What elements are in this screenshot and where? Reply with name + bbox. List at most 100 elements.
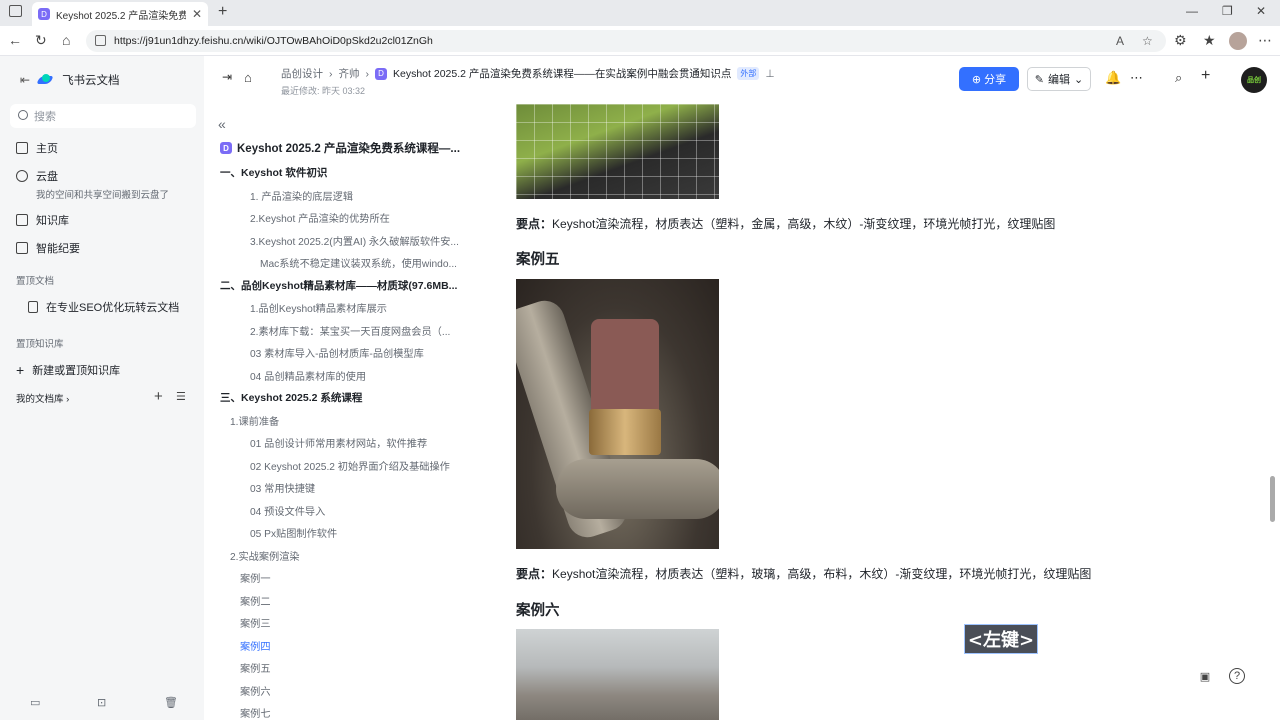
help-icon[interactable]: ? [1229, 668, 1245, 684]
sidebar-item-home[interactable]: 主页 [16, 140, 58, 156]
sidebar-item-label: 主页 [36, 143, 58, 155]
outline-item[interactable]: 案例一 [240, 570, 271, 585]
breadcrumb-item[interactable]: 齐帅 [339, 66, 360, 81]
share-label: 分享 [984, 74, 1007, 86]
sidebar-item-cloud[interactable]: 云盘 [16, 168, 58, 184]
outline-item[interactable]: 04 预设文件导入 [250, 503, 325, 518]
chevron-right-icon: › [365, 67, 370, 80]
archive-icon[interactable]: ▭ [30, 696, 40, 709]
pin-icon[interactable]: ⊥ [765, 68, 774, 80]
keypoint-label: 要点： [516, 217, 553, 231]
external-badge: 外部 [737, 67, 760, 80]
outline-item[interactable]: 03 常用快捷键 [250, 480, 315, 495]
search-icon [18, 110, 28, 120]
outline-item[interactable]: 3.Keyshot 2025.2(内置AI) 永久破解版软件安... [250, 233, 459, 248]
outline-item[interactable]: 2.Keyshot 产品渲染的优势所在 [250, 210, 390, 225]
outline-item[interactable]: 03 素材库导入-品创材质库-品创模型库 [250, 345, 424, 360]
address-bar-row: ← ↻ ⌂ https://j91un1dhzy.feishu.cn/wiki/… [0, 26, 1280, 56]
url-text: https://j91un1dhzy.feishu.cn/wiki/OJTOwB… [114, 35, 433, 47]
new-wiki-button[interactable]: + 新建或置顶知识库 [16, 362, 120, 378]
home-browser-icon[interactable]: ⌂ [62, 32, 70, 48]
outline-item[interactable]: 2.实战案例渲染 [230, 548, 300, 563]
close-tab-icon[interactable]: ✕ [192, 7, 202, 21]
outline-item[interactable]: 三、Keyshot 2025.2 系统课程 [220, 390, 362, 405]
outline-item[interactable]: 二、品创Keyshot精品素材库——材质球(97.6MB... [220, 278, 457, 293]
my-docs-item[interactable]: 我的文档库 › [16, 391, 69, 405]
case6-product-image[interactable] [516, 629, 719, 720]
outline-item[interactable]: 案例三 [240, 615, 271, 630]
case5-heading: 案例五 [516, 252, 560, 268]
search-icon[interactable]: ⌕ [1175, 70, 1182, 86]
url-field[interactable]: https://j91un1dhzy.feishu.cn/wiki/OJTOwB… [86, 30, 1166, 52]
case4-product-image[interactable] [516, 104, 719, 199]
outline-item[interactable]: 1. 产品渲染的底层逻辑 [250, 188, 353, 203]
chevron-right-icon: › [329, 67, 333, 80]
outline-item[interactable]: 04 品创精品素材库的使用 [250, 368, 366, 383]
case5-product-image[interactable] [516, 279, 719, 549]
restore-icon[interactable]: ❐ [1222, 4, 1233, 18]
document-body: 要点：Keyshot渲染流程，材质表达（塑料，金属，高级，木纹）-渐变纹理，环境… [494, 104, 1270, 720]
outline-item[interactable]: 案例五 [240, 660, 271, 675]
sidebar-search-input[interactable]: 搜索 [10, 104, 196, 128]
list-view-icon[interactable]: ☰ [176, 390, 186, 403]
more-options-icon[interactable]: ⋯ [1130, 70, 1143, 86]
doc-info-icon[interactable]: ▣ [1197, 668, 1213, 684]
outline-item[interactable]: 案例四 [240, 638, 271, 653]
outline-item[interactable]: 一、Keyshot 软件初识 [220, 165, 327, 180]
user-avatar[interactable]: 品创 [1241, 67, 1267, 93]
extensions-icon[interactable]: ⚙ [1174, 32, 1187, 49]
sidebar-item-label: 智能纪要 [36, 243, 80, 255]
new-wiki-label: 新建或置顶知识库 [32, 365, 121, 377]
outline-item[interactable]: Mac系统不稳定建议装双系统，使用windo... [260, 255, 457, 270]
wiki-home-icon[interactable]: ⌂ [244, 70, 252, 85]
pinned-docs-heading: 置顶文档 [16, 276, 55, 287]
outline-item[interactable]: 2.素材库下载：某宝买一天百度网盘会员（... [250, 323, 450, 338]
outline-title[interactable]: D Keyshot 2025.2 产品渲染免费系统课程—... [220, 140, 460, 156]
sidebar-item-wiki[interactable]: 知识库 [16, 212, 69, 228]
site-info-icon[interactable] [95, 35, 106, 46]
outline-item[interactable]: 02 Keyshot 2025.2 初始界面介绍及基础操作 [250, 458, 450, 473]
minimize-icon[interactable]: — [1186, 4, 1198, 18]
outline-item[interactable]: 1.品创Keyshot精品素材库展示 [250, 300, 387, 315]
share-button[interactable]: ⊕ 分享 [959, 67, 1019, 91]
content-scrollbar[interactable] [1268, 104, 1276, 720]
notification-bell-icon[interactable]: 🔔 [1105, 70, 1121, 86]
outline-item[interactable]: 01 品创设计师常用素材网站，软件推荐 [250, 435, 427, 450]
sidebar-item-label: 知识库 [36, 215, 69, 227]
favorites-bar-icon[interactable]: ★ [1203, 32, 1216, 49]
cutting-mat-grid [516, 104, 719, 199]
new-tab-icon[interactable]: + [218, 3, 227, 21]
share-space-icon[interactable]: ⊡ [97, 696, 106, 709]
browser-menu-icon[interactable]: ⋯ [1258, 32, 1272, 49]
sidebar-item-notes[interactable]: 智能纪要 [16, 240, 80, 256]
outline-item[interactable]: 05 Px贴图制作软件 [250, 525, 337, 540]
favorite-star-icon[interactable]: ☆ [1142, 34, 1153, 48]
wiki-icon [16, 214, 28, 226]
toggle-outline-icon[interactable]: ⇥ [222, 70, 232, 84]
reload-icon[interactable]: ↻ [35, 32, 47, 49]
back-icon[interactable]: ← [8, 32, 22, 48]
breadcrumb-item[interactable]: 品创设计 [281, 66, 323, 81]
app-name: 飞书云文档 [62, 75, 120, 87]
outline-item[interactable]: 案例六 [240, 683, 271, 698]
pinned-doc-item[interactable]: 在专业SEO优化玩转云文档 [28, 299, 179, 315]
home-icon [16, 142, 28, 154]
collapse-outline-icon[interactable]: « [218, 116, 226, 132]
app-brand[interactable]: ⇤ 飞书云文档 [20, 72, 120, 88]
tab-list-icon[interactable] [9, 5, 22, 17]
edit-mode-button[interactable]: ✎ 编辑 ⌄ [1027, 67, 1091, 91]
window-close-icon[interactable]: ✕ [1256, 4, 1266, 18]
keypoint-text: Keyshot渲染流程，材质表达（塑料，金属，高级，木纹）-渐变纹理，环境光帧打… [552, 217, 1056, 231]
outline-item[interactable]: 1.课前准备 [230, 413, 279, 428]
outline-item[interactable]: 案例七 [240, 705, 271, 720]
browser-tab[interactable]: D Keyshot 2025.2 产品渲染免费系统 ✕ [32, 2, 208, 26]
sidebar-item-label: 云盘 [36, 171, 58, 183]
sidebar-collapse-icon[interactable]: ⇤ [20, 73, 30, 87]
create-new-icon[interactable]: + [1201, 67, 1210, 85]
outline-item[interactable]: 案例二 [240, 593, 271, 608]
add-doc-icon[interactable]: + [154, 388, 163, 405]
scrollbar-thumb[interactable] [1270, 476, 1275, 522]
read-aloud-icon[interactable]: A [1116, 34, 1124, 48]
trash-icon[interactable]: 🗑 [164, 696, 178, 709]
browser-profile-avatar[interactable] [1229, 32, 1247, 50]
